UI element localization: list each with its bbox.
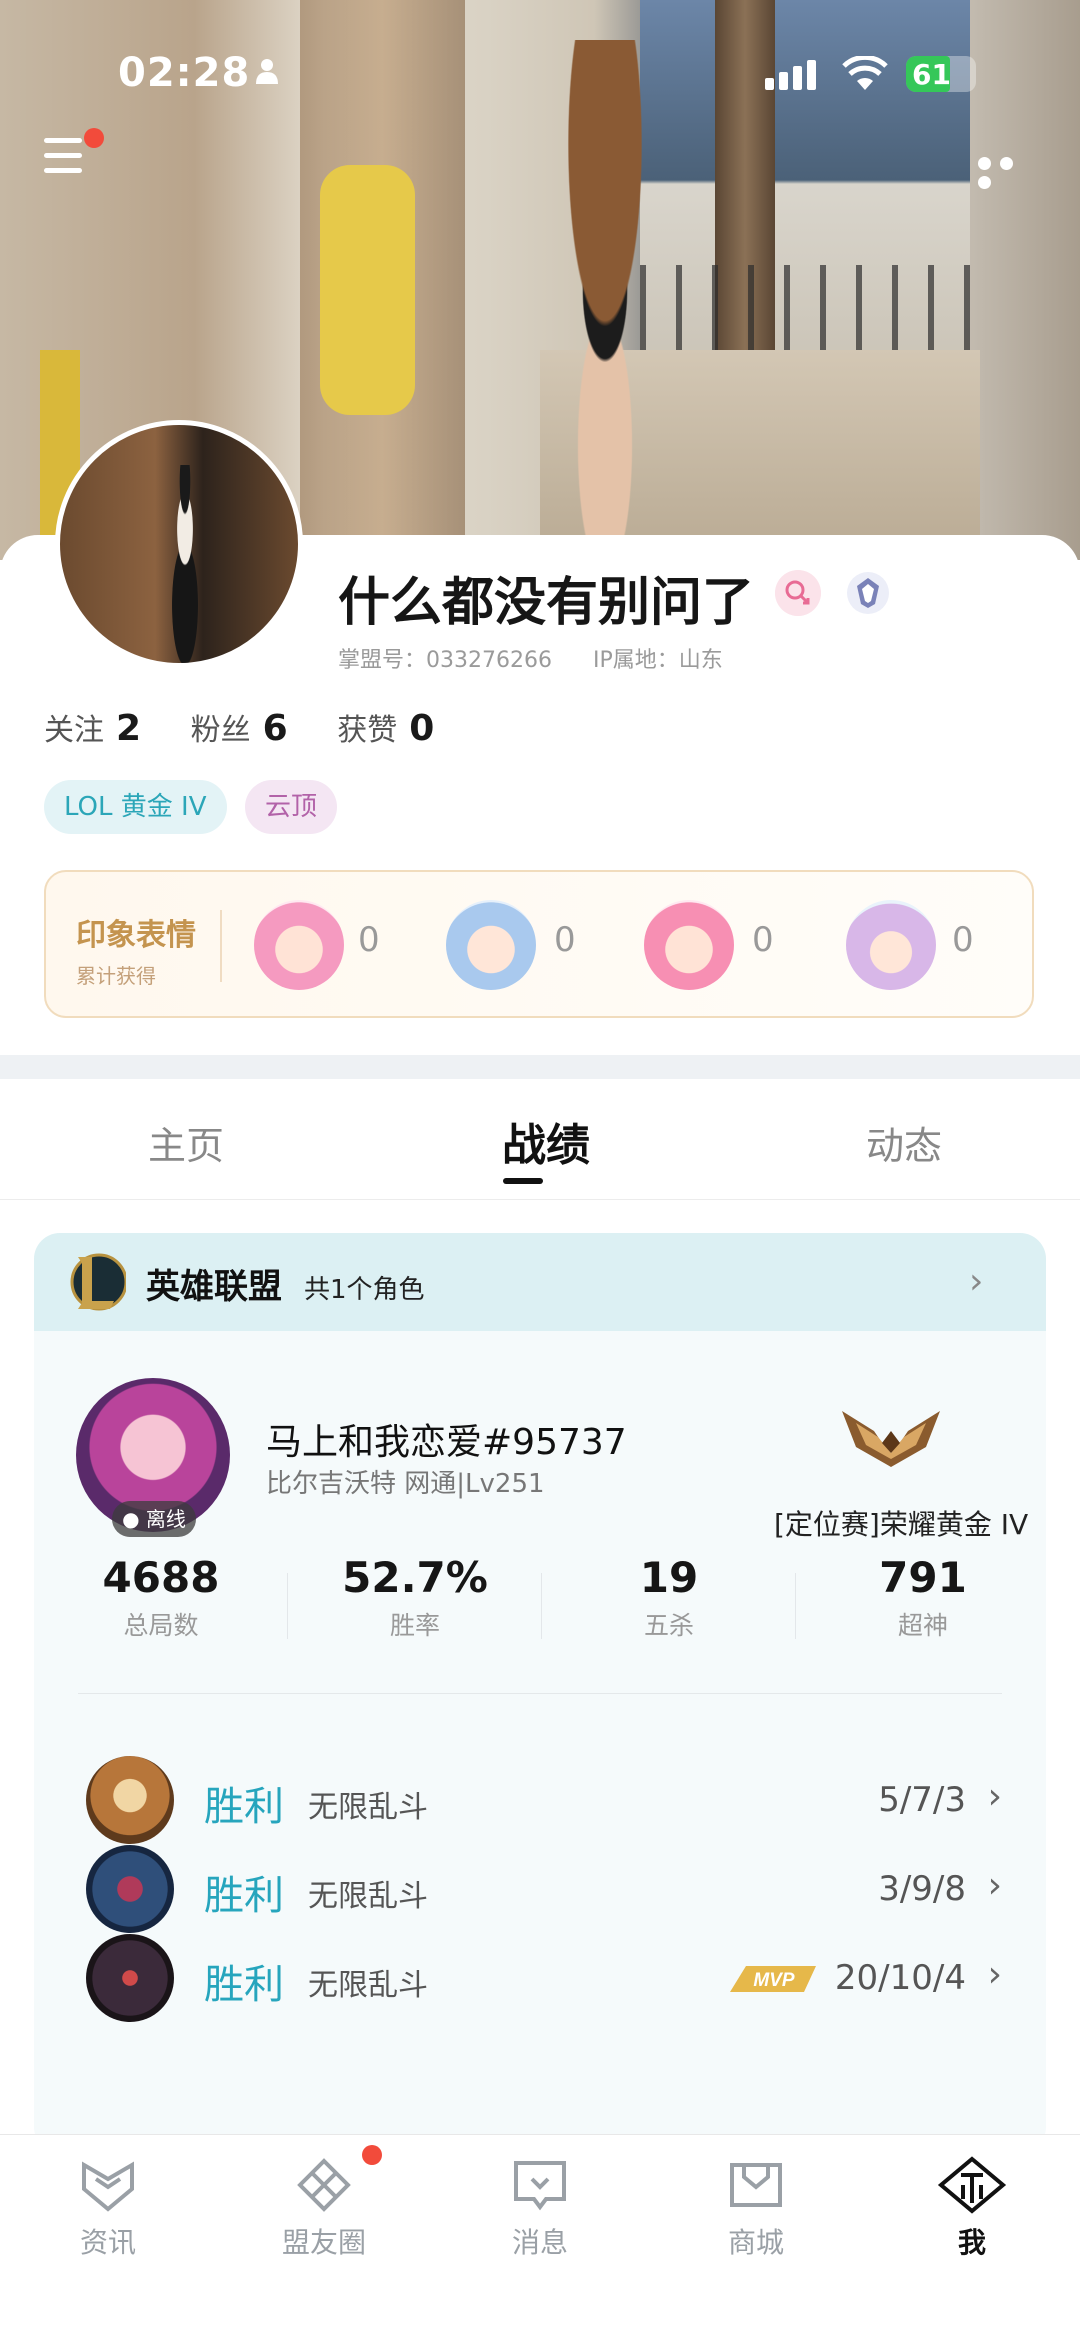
avatar[interactable] [55,420,303,668]
news-icon [82,2161,134,2212]
match-row[interactable]: 胜利 无限乱斗 3/9/8 › [34,1837,1046,1937]
menu-button[interactable] [44,128,104,186]
nav-me[interactable]: 我 [902,2155,1042,2261]
signal-icon [765,60,816,90]
lol-logo-icon [70,1253,126,1311]
nav-shop[interactable]: 商城 [686,2155,826,2261]
rank-text: [定位赛]荣耀黄金 IV [774,1508,1029,1541]
emote-count: 0 [752,920,774,960]
champion-icon [86,1845,174,1933]
status-badge: ● 离线 [112,1501,196,1537]
match-mode: 无限乱斗 [308,1879,428,1914]
battery-icon: 61 [906,56,976,92]
gender-female-icon[interactable] [775,570,821,616]
rank-gold-emblem-icon [842,1411,940,1467]
impression-emotes-panel[interactable]: 印象表情 累计获得 0 0 0 0 [44,870,1034,1018]
match-kda: 3/9/8 [878,1869,966,1909]
match-row[interactable]: 胜利 无限乱斗 5/7/3 › [34,1748,1046,1848]
status-bar: 02:28 61 [0,50,1080,100]
stat-win-rate: 52.7% 胜率 [342,1553,488,1640]
divider [78,1693,1002,1694]
stat-pentakills: 19 五杀 [639,1553,699,1640]
emote-heart-icon[interactable] [644,900,734,990]
stat-legendary: 791 超神 [879,1553,967,1640]
account-id: 掌盟号：033276266 [338,648,552,673]
nav-news[interactable]: 资讯 [38,2155,178,2261]
tab-activity[interactable]: 动态 [866,1115,942,1170]
shop-icon [730,2163,782,2207]
profile-tabs: 主页 战绩 动态 [0,1079,1080,1200]
match-row[interactable]: 胜利 无限乱斗 MVP 20/10/4 › [34,1926,1046,2026]
cover-decor [320,165,415,415]
nav-friends-circle[interactable]: 盟友圈 [254,2155,394,2261]
active-tab-indicator [503,1178,543,1184]
game-header[interactable]: 英雄联盟 共1个角色 › [34,1233,1046,1331]
chevron-right-icon: › [987,1865,1002,1906]
game-name: 英雄联盟 [146,1267,282,1307]
impression-subtitle: 累计获得 [76,964,156,988]
status-time: 02:28 [118,50,251,96]
me-icon [937,2156,1007,2214]
impression-title: 印象表情 [76,918,196,953]
following-stat[interactable]: 关注 2 [44,705,141,749]
summoner-name: 马上和我恋爱#95737 [266,1422,627,1463]
more-options-button[interactable] [978,155,1042,189]
chevron-right-icon: › [987,1954,1002,1995]
profile-ids: 掌盟号：033276266 IP属地：山东 [338,642,757,674]
user-icon [256,59,278,84]
chevron-right-icon: › [987,1776,1002,1817]
match-result: 胜利 [204,1873,284,1919]
match-kda: 5/7/3 [878,1780,966,1820]
friends-circle-icon [297,2158,351,2212]
notification-dot [362,2145,382,2165]
nav-messages[interactable]: 消息 [470,2155,610,2261]
champion-icon [86,1756,174,1844]
tft-tag[interactable]: 云顶 [245,780,338,834]
followers-stat[interactable]: 粉丝 6 [191,705,288,749]
emote-wave-icon[interactable] [446,900,536,990]
notification-dot [84,128,104,148]
likes-stat[interactable]: 获赞 0 [337,705,434,749]
match-result: 胜利 [204,1962,284,2008]
match-mode: 无限乱斗 [308,1790,428,1825]
svg-text:MVP: MVP [753,1970,795,1991]
emote-count: 0 [358,920,380,960]
chevron-right-icon[interactable]: › [969,1261,983,1302]
stat-total-games: 4688 总局数 [102,1553,220,1640]
verified-badge-icon[interactable] [845,570,891,616]
lol-rank-tag[interactable]: LOL 黄金 IV [44,780,227,834]
message-icon [514,2161,566,2211]
emote-gg-icon[interactable] [846,900,936,990]
summoner-server: 比尔吉沃特 网通|Lv251 [266,1469,545,1499]
emote-count: 0 [554,920,576,960]
lol-game-section: 英雄联盟 共1个角色 › ● 离线 马上和我恋爱#95737 比尔吉沃特 网通|… [34,1233,1046,2153]
section-divider [0,1055,1080,1079]
emote-count: 0 [952,920,974,960]
role-count: 共1个角色 [304,1275,425,1305]
cover-person [520,40,690,560]
match-kda: 20/10/4 [834,1958,966,1998]
profile-nickname: 什么都没有别问了 [338,573,755,633]
ip-location: IP属地：山东 [592,648,723,673]
champion-icon [86,1934,174,2022]
battery-level: 61 [912,58,951,91]
divider [220,910,222,982]
wifi-icon [842,56,888,90]
match-mode: 无限乱斗 [308,1968,428,2003]
emote-wink-icon[interactable] [254,900,344,990]
match-result: 胜利 [204,1784,284,1830]
bottom-nav: 资讯 盟友圈 消息 商城 我 [0,2134,1080,2342]
career-stats: 4688 总局数 52.7% 胜率 19 五杀 791 超神 [34,1553,1046,1653]
mvp-badge-icon: MVP [730,1966,816,1992]
profile-stats: 关注 2 粉丝 6 获赞 0 [44,705,474,749]
tab-records[interactable]: 战绩 [502,1109,590,1173]
tab-home[interactable]: 主页 [148,1115,224,1170]
